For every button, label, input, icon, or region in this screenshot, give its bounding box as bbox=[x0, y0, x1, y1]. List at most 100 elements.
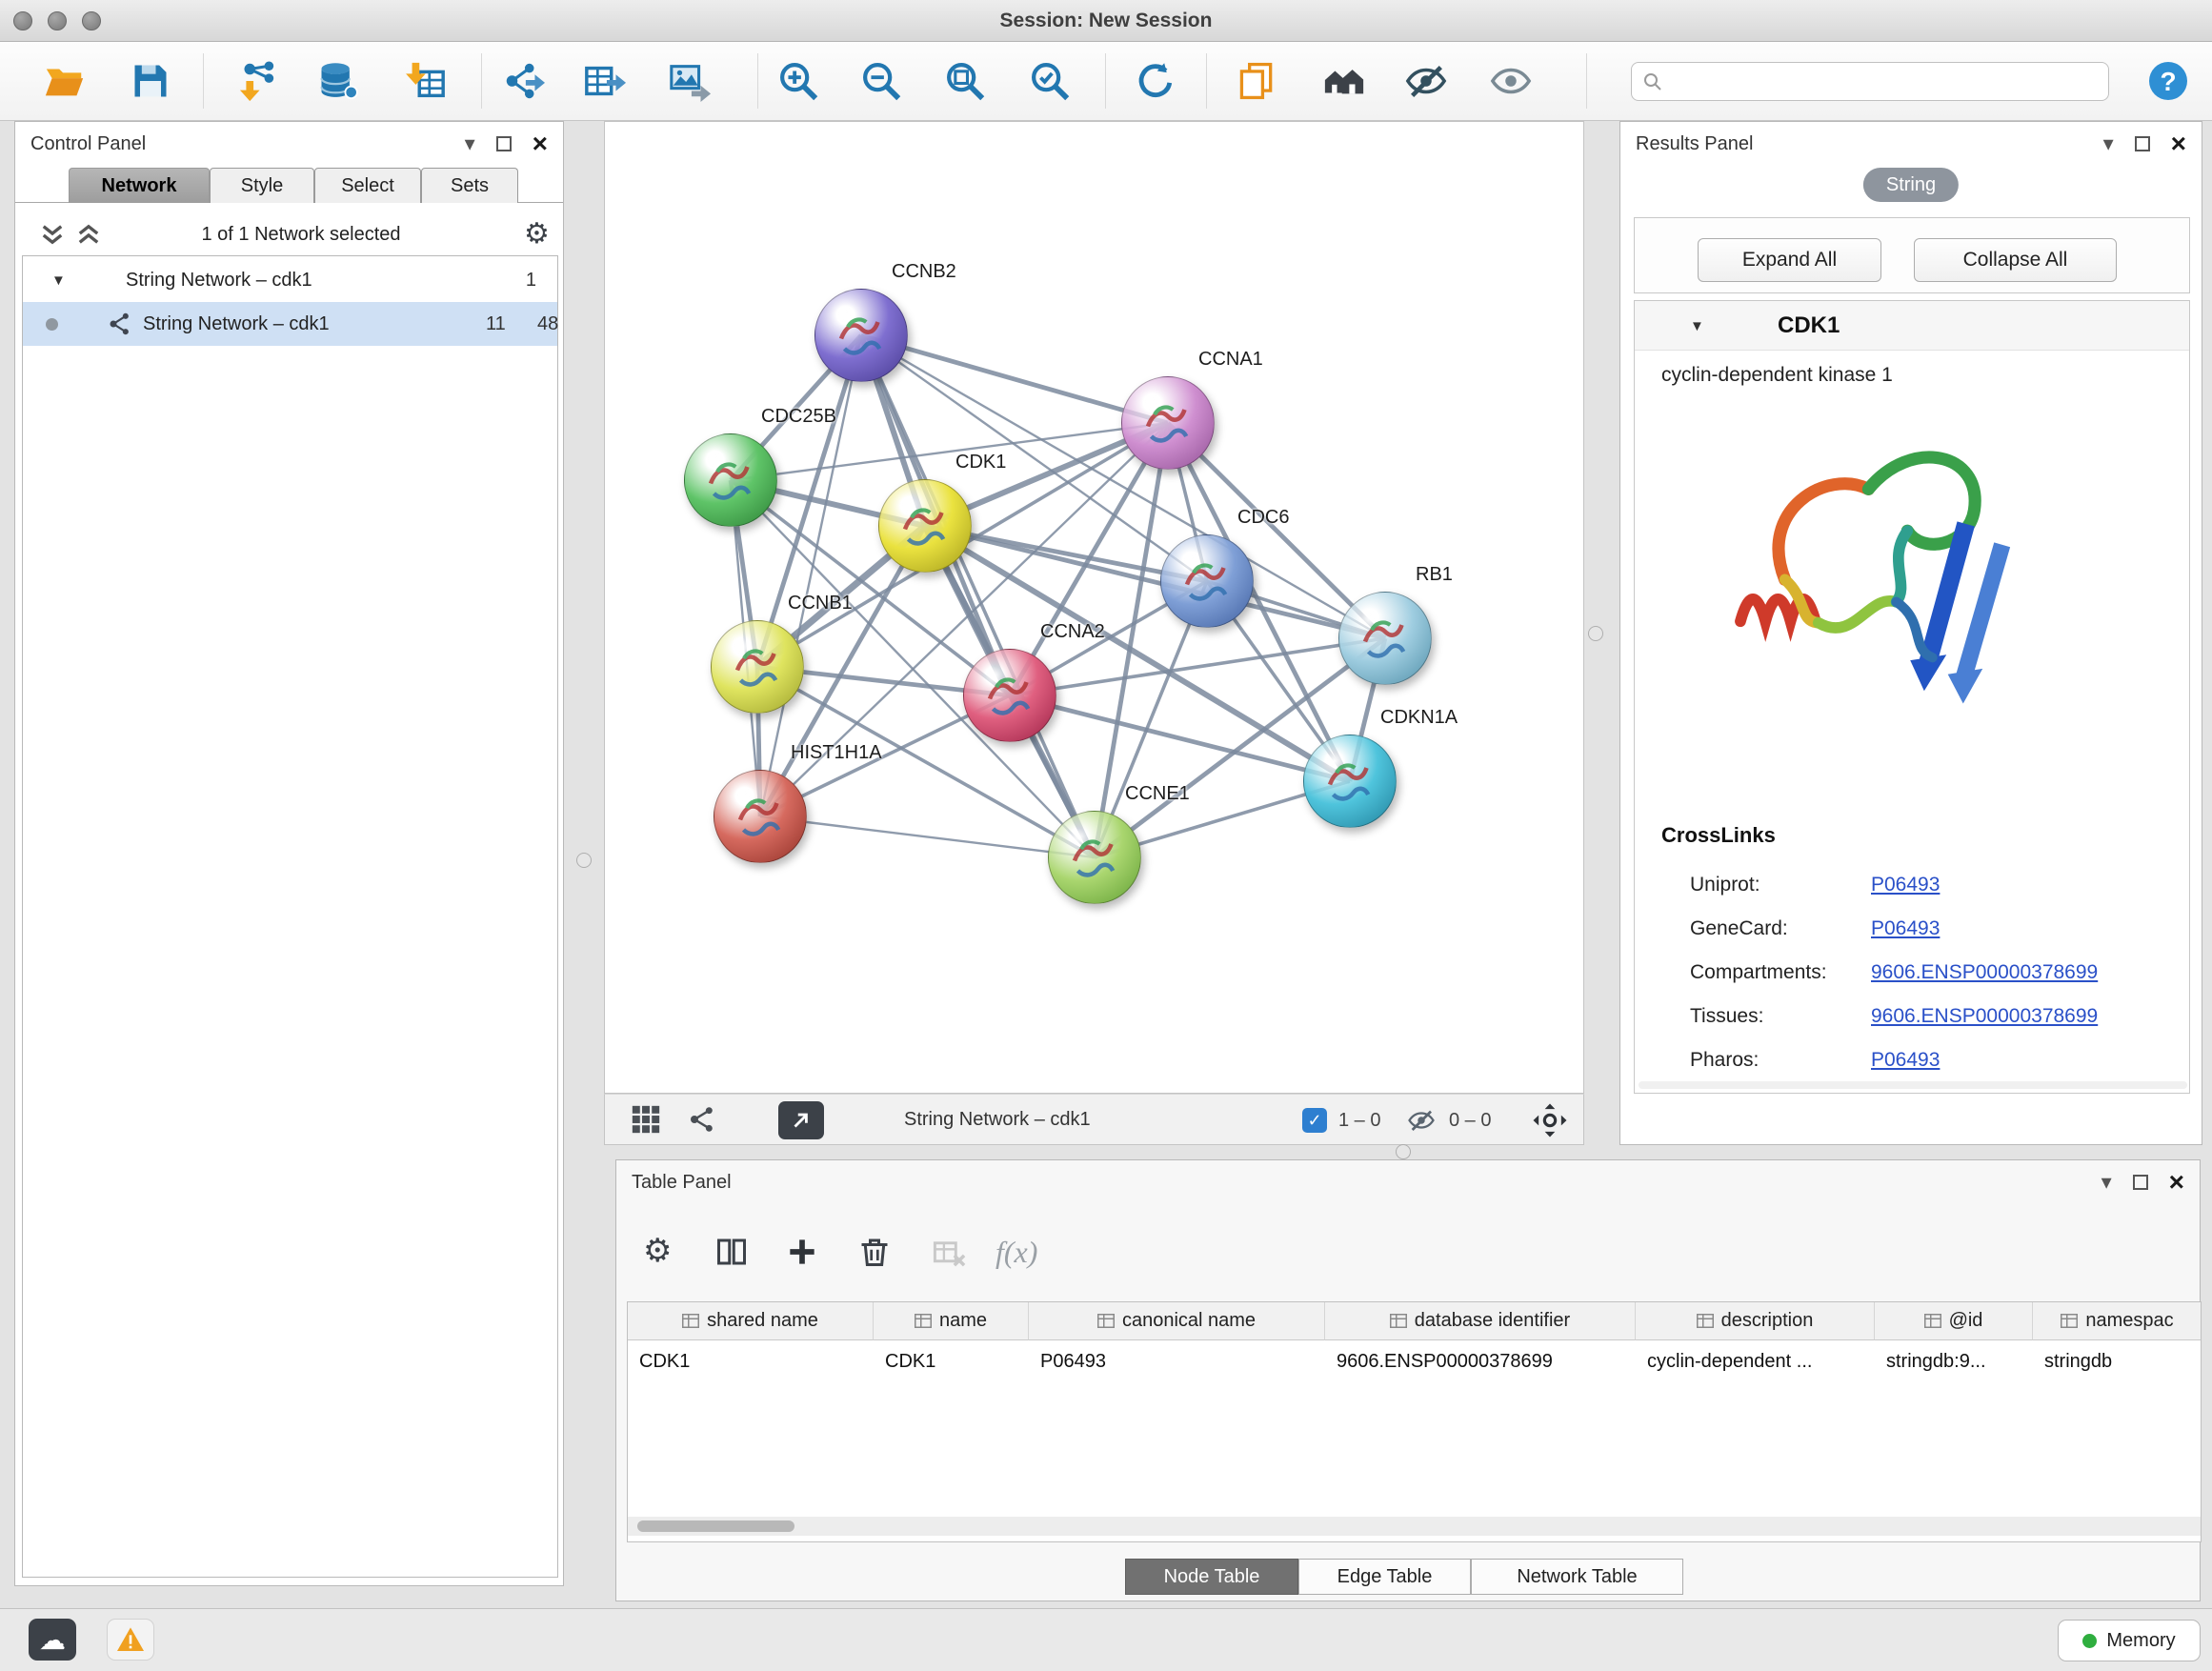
import-table-from-file-button[interactable] bbox=[399, 55, 451, 107]
expand-all-button[interactable]: Expand All bbox=[1698, 238, 1881, 282]
panel-menu-icon[interactable]: ▾ bbox=[2103, 133, 2114, 154]
tab-style[interactable]: Style bbox=[210, 168, 314, 203]
hide-annotations-button[interactable] bbox=[1400, 55, 1452, 107]
table-cell[interactable]: CDK1 bbox=[628, 1340, 874, 1382]
copy-button[interactable] bbox=[1231, 55, 1282, 107]
zoom-in-button[interactable] bbox=[773, 55, 824, 107]
panel-menu-icon[interactable]: ▾ bbox=[465, 133, 475, 154]
tab-node-table[interactable]: Node Table bbox=[1125, 1559, 1298, 1595]
network-node-rb1[interactable] bbox=[1338, 592, 1432, 685]
zoom-fit-icon bbox=[943, 59, 987, 103]
network-node-hist1h1a[interactable] bbox=[714, 770, 807, 863]
export-image-button[interactable] bbox=[664, 55, 715, 107]
tab-sets[interactable]: Sets bbox=[421, 168, 518, 203]
network-node-cdc25b[interactable] bbox=[684, 433, 777, 527]
column-header[interactable]: shared name bbox=[628, 1302, 874, 1340]
table-cell[interactable]: 9606.ENSP00000378699 bbox=[1325, 1340, 1636, 1382]
table-cell[interactable]: stringdb bbox=[2033, 1340, 2202, 1382]
apply-layout-button[interactable] bbox=[1130, 55, 1181, 107]
results-scrollbar[interactable] bbox=[1639, 1081, 2187, 1089]
share-network-icon[interactable] bbox=[687, 1104, 717, 1135]
help-button[interactable]: ? bbox=[2142, 55, 2194, 107]
collapse-all-icon[interactable] bbox=[40, 223, 65, 246]
close-panel-icon[interactable]: × bbox=[2171, 131, 2186, 157]
tree-caret-icon[interactable]: ▼ bbox=[51, 272, 66, 289]
column-header[interactable]: description bbox=[1636, 1302, 1875, 1340]
table-cell[interactable]: stringdb:9... bbox=[1875, 1340, 2033, 1382]
selected-checkbox-icon[interactable]: ✓ bbox=[1302, 1108, 1327, 1133]
open-session-button[interactable] bbox=[39, 55, 90, 107]
float-panel-icon[interactable] bbox=[2135, 136, 2150, 151]
table-cell[interactable]: cyclin-dependent ... bbox=[1636, 1340, 1875, 1382]
show-columns-icon[interactable] bbox=[714, 1235, 749, 1269]
network-node-cdc6[interactable] bbox=[1160, 534, 1254, 628]
tab-select[interactable]: Select bbox=[314, 168, 421, 203]
cloud-sync-button[interactable]: ☁ bbox=[29, 1619, 76, 1661]
export-network-button[interactable] bbox=[497, 55, 549, 107]
float-panel-icon[interactable] bbox=[2133, 1175, 2148, 1190]
column-header[interactable]: name bbox=[874, 1302, 1029, 1340]
table-cell[interactable]: CDK1 bbox=[874, 1340, 1029, 1382]
network-node-cdk1[interactable] bbox=[878, 479, 972, 573]
close-panel-icon[interactable]: × bbox=[533, 131, 548, 157]
close-panel-icon[interactable]: × bbox=[2169, 1169, 2184, 1196]
tab-string[interactable]: String bbox=[1863, 168, 1959, 202]
right-splitter-handle[interactable] bbox=[1588, 626, 1603, 641]
tab-network[interactable]: Network bbox=[69, 168, 210, 203]
column-header[interactable]: namespac bbox=[2033, 1302, 2202, 1340]
gear-icon[interactable]: ⚙ bbox=[524, 220, 550, 249]
zoom-out-button[interactable] bbox=[855, 55, 907, 107]
table-options-gear-icon[interactable]: ⚙ bbox=[643, 1235, 672, 1267]
control-panel: Control Panel ▾ × Network Style Select S… bbox=[14, 121, 564, 1586]
network-collection-row[interactable]: ▼ String Network – cdk1 1 bbox=[23, 258, 557, 302]
delete-column-trash-icon[interactable] bbox=[857, 1235, 892, 1269]
column-header-label: namespac bbox=[2085, 1310, 2173, 1332]
zoom-fit-button[interactable] bbox=[939, 55, 991, 107]
panel-menu-icon[interactable]: ▾ bbox=[2101, 1172, 2112, 1193]
crosslink-link[interactable]: 9606.ENSP00000378699 bbox=[1871, 995, 2098, 1038]
navigator-crosshair-icon[interactable] bbox=[1531, 1101, 1569, 1139]
collapse-all-button[interactable]: Collapse All bbox=[1914, 238, 2117, 282]
network-node-cdkn1a[interactable] bbox=[1303, 735, 1397, 828]
column-header[interactable]: database identifier bbox=[1325, 1302, 1636, 1340]
network-node-ccna1[interactable] bbox=[1121, 376, 1215, 470]
column-header[interactable]: @id bbox=[1875, 1302, 2033, 1340]
zoom-selected-button[interactable] bbox=[1024, 55, 1076, 107]
network-node-ccna2[interactable] bbox=[963, 649, 1056, 742]
horizontal-scrollbar-track[interactable] bbox=[628, 1517, 2201, 1536]
export-table-button[interactable] bbox=[579, 55, 631, 107]
tab-network-table[interactable]: Network Table bbox=[1471, 1559, 1683, 1595]
horizontal-scrollbar-thumb[interactable] bbox=[637, 1520, 794, 1532]
crosslink-link[interactable]: 9606.ENSP00000378699 bbox=[1871, 951, 2098, 995]
hidden-eye-slash-icon[interactable] bbox=[1407, 1106, 1436, 1135]
network-row-selected[interactable]: String Network – cdk1 11 48 bbox=[23, 302, 557, 346]
tab-edge-table[interactable]: Edge Table bbox=[1298, 1559, 1471, 1595]
crosslink-link[interactable]: P06493 bbox=[1871, 863, 1940, 907]
section-caret-icon[interactable]: ▼ bbox=[1690, 318, 1704, 334]
network-canvas[interactable]: CCNB2CCNA1CDC25BCDK1CDC6RB1CCNB1CCNA2CDK… bbox=[604, 121, 1584, 1094]
table-cell[interactable]: P06493 bbox=[1029, 1340, 1325, 1382]
network-node-ccnb2[interactable] bbox=[814, 289, 908, 382]
birdseye-view-icon[interactable] bbox=[630, 1103, 662, 1136]
save-session-button[interactable] bbox=[125, 55, 176, 107]
network-node-ccne1[interactable] bbox=[1048, 811, 1141, 904]
search-input[interactable] bbox=[1672, 71, 2099, 92]
gene-section-header[interactable]: ▼ CDK1 bbox=[1635, 301, 2189, 351]
network-node-ccnb1[interactable] bbox=[711, 620, 804, 714]
home-networks-button[interactable] bbox=[1318, 55, 1370, 107]
crosslink-link[interactable]: P06493 bbox=[1871, 1038, 1940, 1082]
column-header[interactable]: canonical name bbox=[1029, 1302, 1325, 1340]
left-splitter-handle[interactable] bbox=[576, 853, 592, 868]
memory-button[interactable]: Memory bbox=[2058, 1620, 2201, 1661]
open-view-in-window-button[interactable] bbox=[778, 1101, 824, 1139]
bottom-splitter-handle[interactable] bbox=[1396, 1144, 1411, 1159]
float-panel-icon[interactable] bbox=[496, 136, 512, 151]
import-network-from-file-button[interactable] bbox=[230, 55, 281, 107]
warnings-button[interactable] bbox=[107, 1619, 154, 1661]
expand-all-icon[interactable] bbox=[76, 223, 101, 246]
show-graphics-details-button[interactable] bbox=[1485, 55, 1537, 107]
crosslink-link[interactable]: P06493 bbox=[1871, 907, 1940, 951]
crosslinks-title: CrossLinks bbox=[1661, 823, 1776, 848]
add-column-icon[interactable] bbox=[784, 1234, 820, 1270]
import-network-from-database-button[interactable] bbox=[312, 55, 363, 107]
